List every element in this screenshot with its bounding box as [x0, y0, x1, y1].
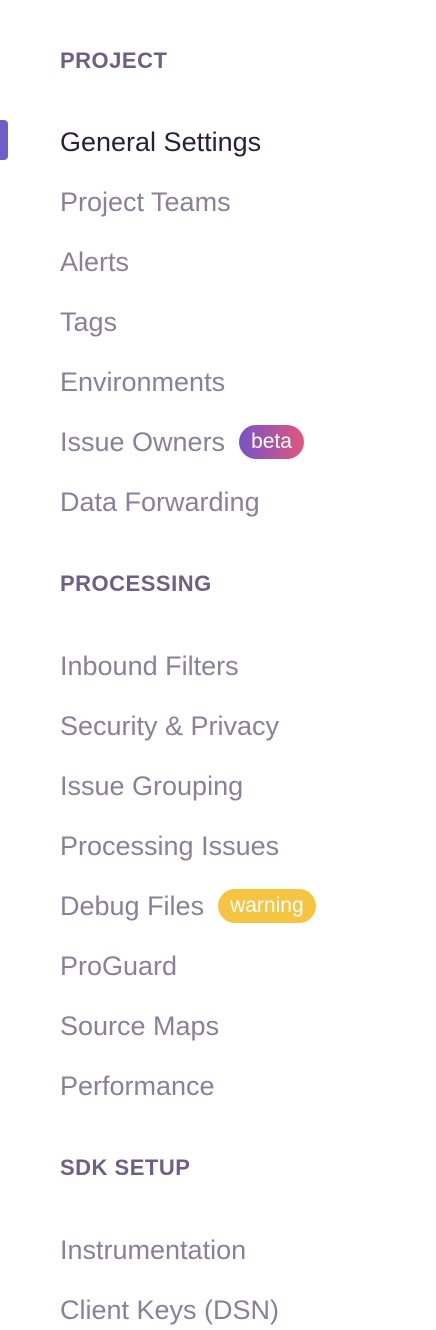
- nav-item-performance[interactable]: Performance: [60, 1066, 215, 1106]
- nav-item-issue-owners[interactable]: Issue Owners beta: [60, 422, 304, 462]
- section-header-sdk-setup: SDK SETUP: [60, 1155, 191, 1180]
- nav-item-project-teams[interactable]: Project Teams: [60, 182, 231, 222]
- active-item-indicator: [0, 120, 8, 160]
- nav-item-environments[interactable]: Environments: [60, 362, 225, 402]
- nav-item-proguard[interactable]: ProGuard: [60, 946, 177, 986]
- nav-item-label: Processing Issues: [60, 831, 280, 861]
- nav-item-security-privacy[interactable]: Security & Privacy: [60, 706, 279, 746]
- nav-item-label: Security & Privacy: [60, 711, 280, 741]
- nav-item-data-forwarding[interactable]: Data Forwarding: [60, 482, 260, 522]
- nav-item-source-maps[interactable]: Source Maps: [60, 1006, 219, 1046]
- nav-item-general-settings[interactable]: General Settings: [60, 122, 261, 162]
- section-header-processing: PROCESSING: [60, 571, 212, 596]
- nav-item-label: Alerts: [60, 247, 130, 277]
- nav-item-label: Environments: [60, 367, 226, 397]
- nav-item-processing-issues[interactable]: Processing Issues: [60, 826, 279, 866]
- nav-item-instrumentation[interactable]: Instrumentation: [60, 1230, 246, 1270]
- nav-item-label: ProGuard: [60, 951, 178, 981]
- nav-item-label: Performance: [60, 1071, 215, 1101]
- nav-item-client-keys[interactable]: Client Keys (DSN): [60, 1290, 279, 1330]
- nav-item-label: Project Teams: [60, 187, 231, 217]
- nav-item-label: Client Keys (DSN): [60, 1295, 280, 1325]
- nav-item-inbound-filters[interactable]: Inbound Filters: [60, 646, 239, 686]
- nav-item-label: Instrumentation: [60, 1235, 247, 1265]
- nav-item-debug-files[interactable]: Debug Files warning: [60, 886, 316, 926]
- nav-item-label: Data Forwarding: [60, 487, 260, 517]
- nav-item-label: General Settings: [60, 127, 262, 157]
- nav-item-label: Issue Grouping: [60, 771, 244, 801]
- nav-item-tags[interactable]: Tags: [60, 302, 117, 342]
- section-header-project: PROJECT: [60, 48, 168, 73]
- nav-item-label: Debug Files: [60, 891, 205, 921]
- nav-item-alerts[interactable]: Alerts: [60, 242, 129, 282]
- nav-item-label: Inbound Filters: [60, 651, 239, 681]
- nav-item-issue-grouping[interactable]: Issue Grouping: [60, 766, 243, 806]
- nav-item-label: Source Maps: [60, 1011, 220, 1041]
- nav-item-label: Tags: [60, 307, 118, 337]
- nav-item-label: Issue Owners: [60, 427, 226, 457]
- beta-badge: beta: [239, 425, 304, 459]
- warning-badge: warning: [218, 889, 316, 923]
